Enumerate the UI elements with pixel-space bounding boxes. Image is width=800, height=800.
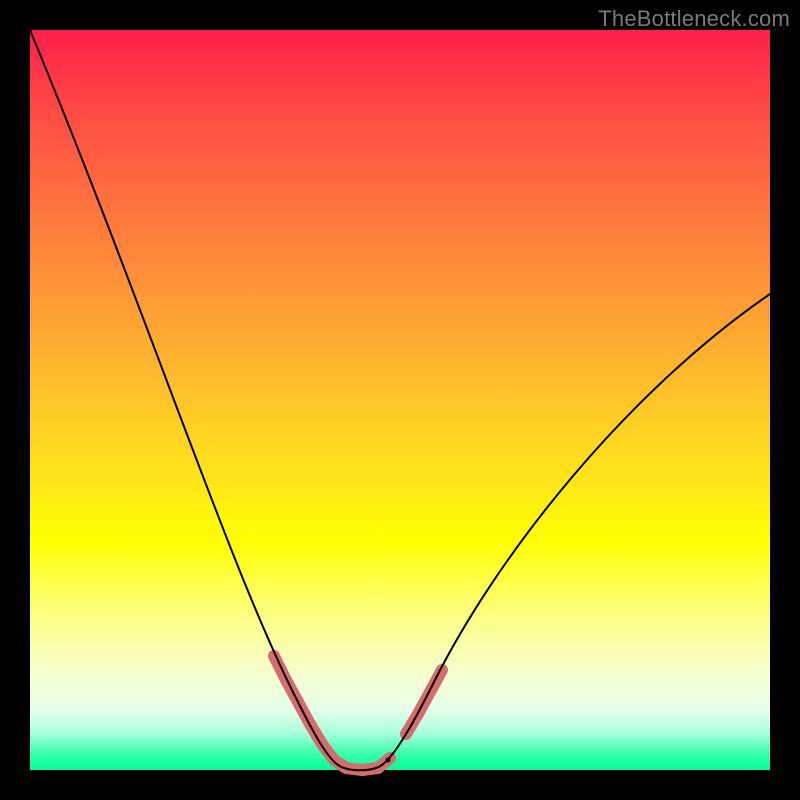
- marker-segment: [430, 670, 442, 692]
- plot-area: [30, 30, 770, 770]
- chart-container: TheBottleneck.com: [0, 0, 800, 800]
- bottleneck-curve: [30, 30, 770, 770]
- curve-svg: [30, 30, 770, 770]
- watermark-text: TheBottleneck.com: [598, 6, 790, 32]
- curve-min-point: [386, 758, 391, 763]
